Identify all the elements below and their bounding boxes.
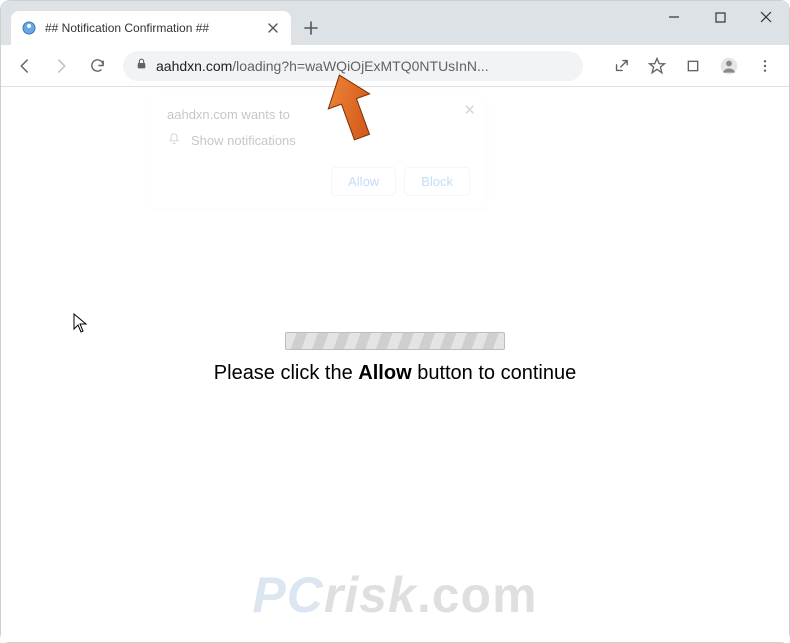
progress-bar [285,332,505,350]
instruction-bold: Allow [358,362,411,384]
block-button[interactable]: Block [404,167,470,196]
tab-close-icon[interactable] [265,20,281,36]
tab-title: ## Notification Confirmation ## [45,21,257,35]
toolbar-right [605,50,781,82]
reload-button[interactable] [81,50,113,82]
instruction-suffix: button to continue [412,362,577,384]
popup-action-label: Show notifications [191,133,296,148]
address-bar[interactable]: aahdxn.com/loading?h=waWQiOjExMTQ0NTUsIn… [123,51,583,81]
minimize-button[interactable] [651,1,697,33]
maximize-button[interactable] [697,1,743,33]
allow-button[interactable]: Allow [331,167,396,196]
extensions-button[interactable] [677,50,709,82]
url-domain: aahdxn.com [156,58,232,74]
popup-close-icon[interactable]: ✕ [463,101,476,119]
bell-icon [167,132,181,149]
popup-origin-text: aahdxn.com wants to [167,107,470,122]
menu-button[interactable] [749,50,781,82]
back-button[interactable] [9,50,41,82]
popup-permission-row: Show notifications [167,132,470,149]
forward-button[interactable] [45,50,77,82]
new-tab-button[interactable] [297,14,325,42]
instruction-prefix: Please click the [214,362,359,384]
toolbar: aahdxn.com/loading?h=waWQiOjExMTQ0NTUsIn… [1,45,789,87]
url-path: /loading?h=waWQiOjExMTQ0NTUsInN... [232,58,488,74]
page-viewport: ✕ aahdxn.com wants to Show notifications… [1,87,789,642]
page-content: Please click the Allow button to continu… [1,332,789,385]
browser-tab[interactable]: ## Notification Confirmation ## [11,11,291,45]
profile-button[interactable] [713,50,745,82]
bookmark-button[interactable] [641,50,673,82]
share-button[interactable] [605,50,637,82]
popup-actions: Allow Block [167,167,470,196]
favicon-icon [21,20,37,36]
close-window-button[interactable] [743,1,789,33]
lock-icon [135,57,148,75]
browser-window: ## Notification Confirmation ## [0,0,790,643]
notification-permission-popup: ✕ aahdxn.com wants to Show notifications… [151,93,486,208]
instruction-text: Please click the Allow button to continu… [1,362,789,385]
url-text: aahdxn.com/loading?h=waWQiOjExMTQ0NTUsIn… [156,58,571,74]
title-bar: ## Notification Confirmation ## [1,1,789,45]
window-controls [651,1,789,45]
